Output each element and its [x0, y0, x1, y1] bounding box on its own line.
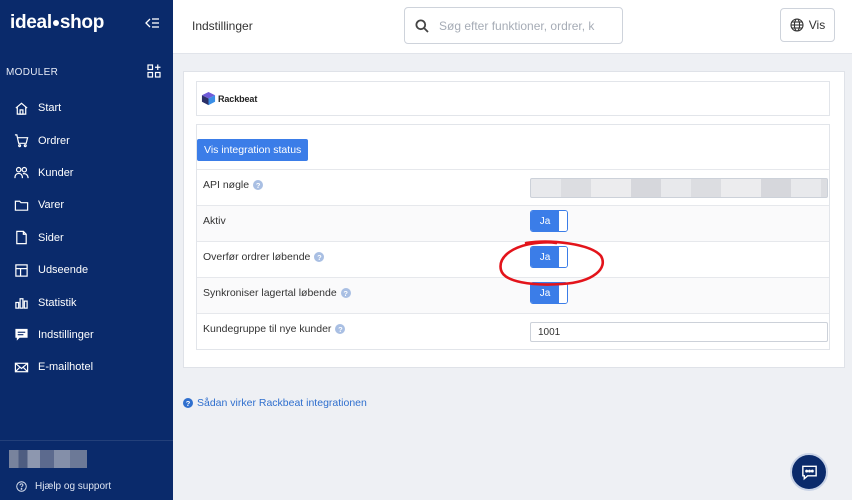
- top-header: Indstillinger Vis: [173, 0, 852, 54]
- transfer-orders-toggle[interactable]: Ja: [530, 246, 568, 268]
- collapse-sidebar-icon[interactable]: [144, 15, 160, 31]
- sidebar-item-udseende[interactable]: Udseende: [0, 254, 173, 286]
- sync-stock-toggle[interactable]: Ja: [530, 282, 568, 304]
- rackbeat-integration-card: Rackbeat Vis integration status API nøgl…: [183, 71, 845, 368]
- help-icon[interactable]: ?: [314, 252, 325, 262]
- user-name-blurred[interactable]: [9, 450, 87, 468]
- brand-logo[interactable]: ideal shop: [10, 12, 104, 34]
- sidebar-item-statistik[interactable]: Statistik: [0, 286, 173, 318]
- sidebar: ideal shop MODULER Start Ordrer Kunder Va…: [0, 0, 173, 500]
- modules-label: MODULER: [6, 67, 59, 78]
- integration-status-button[interactable]: Vis integration status: [197, 139, 309, 161]
- help-support-link[interactable]: Hjælp og support: [16, 481, 111, 492]
- search-icon: [415, 19, 429, 33]
- sidebar-item-ordrer[interactable]: Ordrer: [0, 124, 173, 156]
- add-module-icon[interactable]: [147, 64, 161, 78]
- api-key-field[interactable]: [530, 178, 828, 198]
- logo-dot: [52, 20, 59, 26]
- home-icon: [15, 102, 28, 115]
- help-icon[interactable]: ?: [335, 324, 346, 334]
- page-title: Indstillinger: [192, 19, 253, 33]
- file-icon: [16, 231, 27, 245]
- toggle-knob: [559, 283, 567, 303]
- view-shop-button[interactable]: Vis: [780, 8, 835, 42]
- setting-row-customer-group: Kundegruppe til nye kunder?: [197, 313, 829, 349]
- help-icon: ?: [183, 398, 193, 408]
- rackbeat-logo-text: Rackbeat: [218, 93, 258, 104]
- folder-icon: [14, 200, 29, 211]
- chat-button[interactable]: [790, 453, 828, 491]
- chart-icon: [15, 298, 28, 309]
- customer-group-field[interactable]: [530, 322, 828, 342]
- card-header: Rackbeat: [196, 81, 830, 116]
- mail-icon: [14, 362, 29, 373]
- sidebar-item-indstillinger[interactable]: Indstillinger: [0, 319, 173, 351]
- sidebar-item-kunder[interactable]: Kunder: [0, 157, 173, 189]
- sidebar-item-varer[interactable]: Varer: [0, 189, 173, 221]
- sidebar-footer: Hjælp og support: [0, 440, 173, 500]
- setting-row-api-key: API nøgle?: [197, 169, 829, 205]
- help-icon[interactable]: ?: [253, 180, 264, 190]
- howto-link[interactable]: ? Sådan virker Rackbeat integrationen: [183, 397, 367, 409]
- layout-icon: [15, 263, 28, 277]
- chat-icon: [801, 465, 817, 480]
- globe-icon: [790, 18, 804, 32]
- question-circle-icon: [16, 481, 27, 492]
- settings-message-icon: [15, 329, 28, 342]
- rackbeat-logo-icon: [201, 91, 216, 106]
- setting-row-aktiv: Aktiv Ja: [197, 205, 829, 241]
- toggle-knob: [559, 247, 567, 267]
- aktiv-toggle[interactable]: Ja: [530, 210, 568, 232]
- sidebar-item-sider[interactable]: Sider: [0, 222, 173, 254]
- help-icon[interactable]: ?: [340, 288, 351, 298]
- setting-row-transfer-orders: Overfør ordrer løbende? Ja: [197, 241, 829, 277]
- sidebar-item-e-mailhotel[interactable]: E-mailhotel: [0, 351, 173, 383]
- sidebar-nav: Start Ordrer Kunder Varer Sider Udseende…: [0, 92, 173, 384]
- cart-icon: [14, 134, 29, 148]
- users-icon: [14, 167, 29, 179]
- search-input[interactable]: [439, 18, 619, 33]
- toggle-knob: [559, 211, 567, 231]
- search-box[interactable]: [404, 7, 623, 44]
- sidebar-item-start[interactable]: Start: [0, 92, 173, 124]
- integration-settings: Vis integration status API nøgle? Aktiv …: [196, 124, 830, 350]
- setting-row-sync-stock: Synkroniser lagertal løbende? Ja: [197, 277, 829, 313]
